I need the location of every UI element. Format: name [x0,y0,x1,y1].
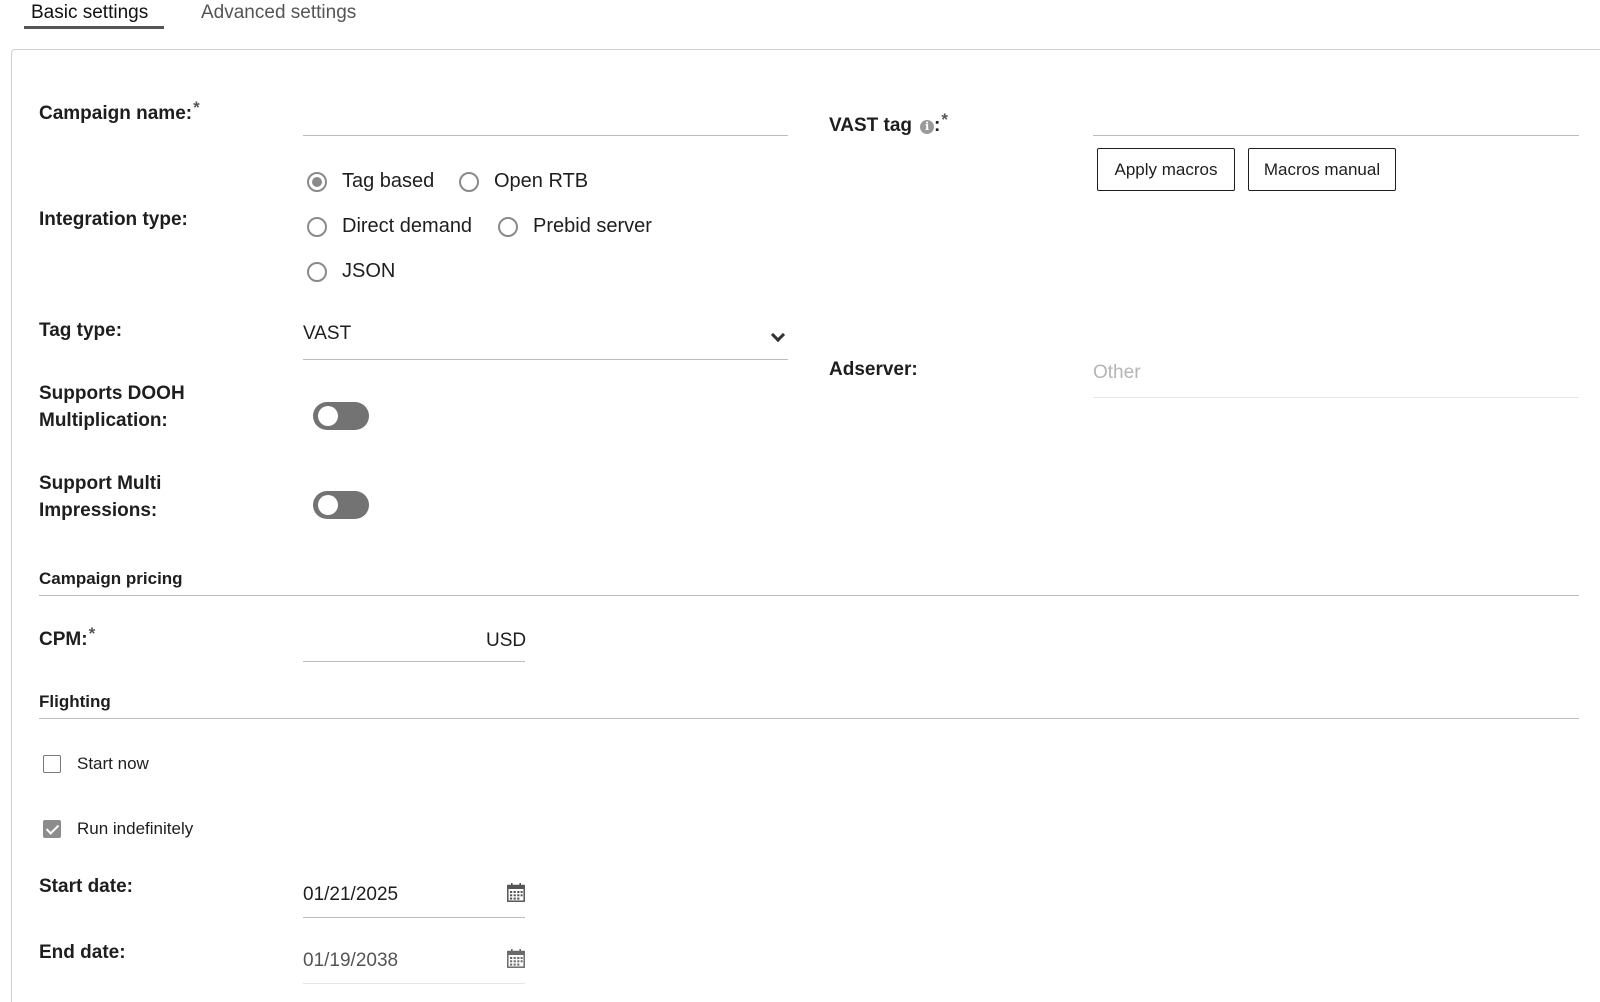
vast-tag-input[interactable] [1093,96,1579,134]
active-tab-indicator [24,26,164,29]
integration-type-label: Integration type: [39,209,188,230]
radio-unchecked-icon [459,171,479,192]
campaign-name-input[interactable] [303,96,788,134]
tab-advanced-settings[interactable]: Advanced settings [201,2,356,24]
radio-checked-icon [307,171,327,192]
tag-type-select[interactable] [303,318,788,358]
end-date-underline [303,983,525,984]
label-line: Multiplication: [39,410,168,431]
radio-label: JSON [342,260,396,282]
label-line: Impressions: [39,500,158,521]
calendar-icon[interactable] [507,883,525,902]
checkbox-label: Run indefinitely [77,819,194,838]
cpm-label: CPM:* [39,624,96,650]
section-divider [39,595,1579,596]
tag-type-label: Tag type: [39,320,123,341]
support-multi-toggle[interactable] [313,491,369,519]
radio-label: Open RTB [494,170,589,192]
start-date-value: 01/21/2025 [303,884,399,905]
radio-open-rtb[interactable]: Open RTB [459,170,588,193]
macros-manual-button[interactable]: Macros manual [1248,148,1396,191]
vast-tag-label: VAST tag i:* [829,110,948,136]
radio-prebid-server[interactable]: Prebid server [498,215,652,238]
radio-tag-based[interactable]: Tag based [307,170,434,193]
flighting-heading: Flighting [39,692,111,711]
radio-label: Tag based [342,170,435,192]
start-date-label: Start date: [39,876,133,897]
tag-type-value: VAST [303,323,352,344]
checkbox-checked-icon [43,820,61,838]
radio-direct-demand[interactable]: Direct demand [307,215,472,238]
end-date-label: End date: [39,942,126,963]
campaign-name-label: Campaign name:* [39,98,200,124]
required-marker: * [941,110,948,129]
apply-macros-button[interactable]: Apply macros [1097,148,1235,191]
support-multi-label: Support Multi Impressions: [39,470,161,524]
radio-json[interactable]: JSON [307,260,395,283]
run-indefinitely-checkbox[interactable]: Run indefinitely [43,819,193,839]
campaign-pricing-heading: Campaign pricing [39,569,183,588]
start-date-underline [303,917,525,918]
label-line: Support Multi [39,473,162,494]
radio-unchecked-icon [307,261,327,282]
tab-basic-settings[interactable]: Basic settings [31,2,148,24]
required-marker: * [88,624,96,643]
cpm-underline [303,661,525,662]
cpm-currency: USD [486,630,527,651]
radio-label: Prebid server [533,215,652,237]
end-date-value: 01/19/2038 [303,950,399,971]
adserver-input[interactable]: Other [1093,362,1141,384]
vast-tag-underline [1093,135,1579,136]
supports-dooh-toggle[interactable] [313,402,369,430]
tag-type-underline [303,359,788,360]
campaign-name-underline [303,135,788,136]
label-line: Supports DOOH [39,383,185,404]
supports-dooh-label: Supports DOOH Multiplication: [39,380,185,434]
adserver-label: Adserver: [829,359,918,380]
calendar-icon[interactable] [507,949,525,968]
info-icon[interactable]: i [920,120,935,134]
start-now-checkbox[interactable]: Start now [43,754,149,774]
section-divider [39,718,1579,719]
radio-unchecked-icon [498,216,518,237]
radio-label: Direct demand [342,215,473,237]
checkbox-label: Start now [77,754,149,773]
settings-panel [11,49,1600,1002]
checkbox-unchecked-icon [43,755,61,773]
radio-unchecked-icon [307,216,327,237]
required-marker: * [193,98,200,117]
adserver-underline [1093,397,1579,398]
